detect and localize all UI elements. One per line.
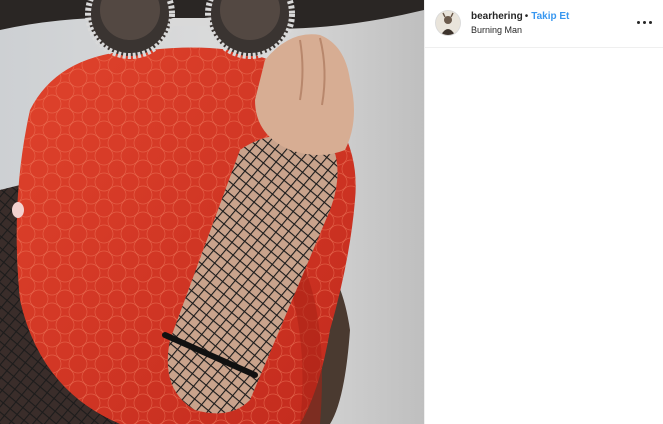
more-dot xyxy=(649,21,652,24)
avatar-image xyxy=(436,11,460,35)
location-link[interactable]: Burning Man xyxy=(471,24,631,36)
header-first-line: bearhering • Takip Et xyxy=(471,10,631,23)
post-header: bearhering • Takip Et Burning Man xyxy=(425,0,663,48)
username-link[interactable]: bearhering xyxy=(471,11,523,22)
post-header-text: bearhering • Takip Et Burning Man xyxy=(471,10,631,36)
post-photo[interactable] xyxy=(0,0,424,424)
follow-button[interactable]: Takip Et xyxy=(531,11,569,22)
more-options-icon[interactable] xyxy=(637,14,653,30)
photo-illustration xyxy=(0,0,424,424)
more-dot xyxy=(643,21,646,24)
avatar[interactable] xyxy=(436,11,460,35)
separator-dot: • xyxy=(524,11,529,22)
more-dot xyxy=(637,21,640,24)
post-viewer: bearhering • Takip Et Burning Man xyxy=(0,0,663,424)
post-side-panel: bearhering • Takip Et Burning Man xyxy=(424,0,663,424)
